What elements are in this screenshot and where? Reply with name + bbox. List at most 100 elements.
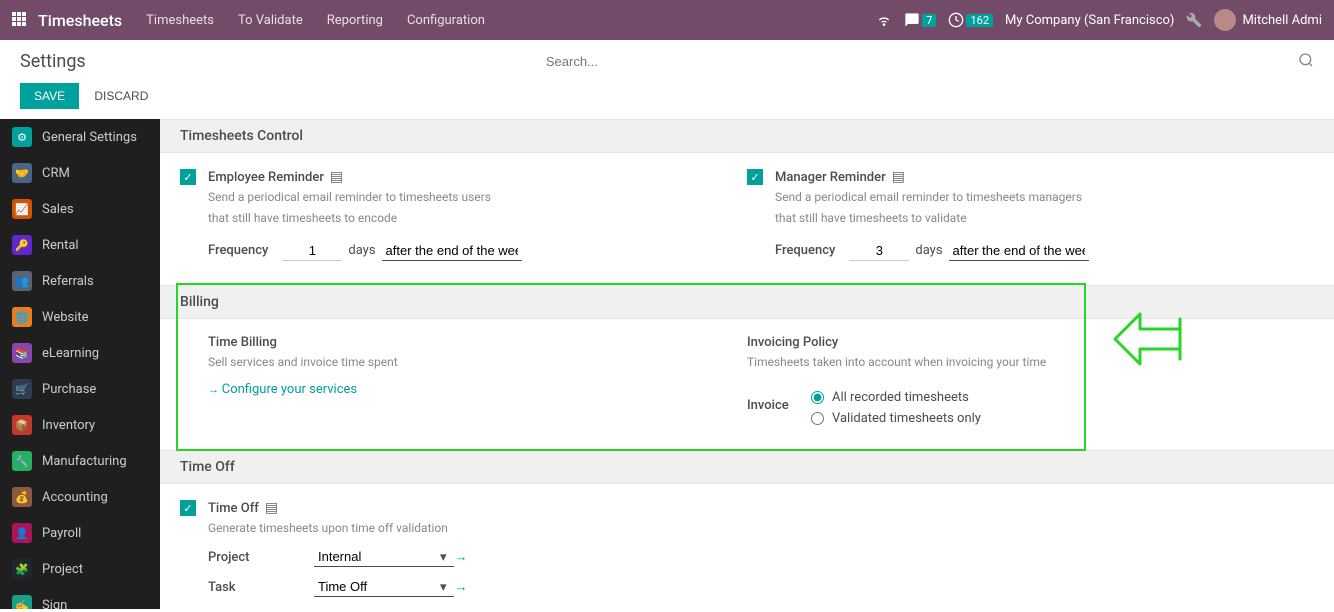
timeoff-desc: Generate timesheets upon time off valida…: [208, 520, 468, 537]
radio-validated-only[interactable]: [811, 412, 824, 425]
sidebar-item-rental[interactable]: 🔑Rental: [0, 227, 160, 263]
employee-freq-input[interactable]: [282, 241, 342, 261]
section-timesheets-control: Timesheets Control: [160, 119, 1334, 153]
employee-reminder-desc2: that still have timesheets to encode: [208, 210, 522, 227]
doc-icon[interactable]: ▤: [330, 169, 343, 185]
settings-sidebar: ⚙ General Settings 🤝CRM 📈Sales 🔑Rental 👥R…: [0, 119, 160, 609]
discard-button[interactable]: DISCARD: [90, 83, 152, 109]
sidebar-item-manufacturing[interactable]: 🔧 Manufacturing: [0, 443, 160, 479]
timeoff-checkbox[interactable]: ✓: [180, 500, 196, 516]
sign-icon: ✍: [12, 595, 32, 609]
sidebar-item-sales[interactable]: 📈Sales: [0, 191, 160, 227]
section-billing: Billing: [160, 285, 1334, 319]
configure-services-link[interactable]: Configure your services: [208, 382, 357, 397]
book-icon: 📚: [12, 343, 32, 363]
invoicing-policy-label: Invoicing Policy: [747, 335, 1046, 350]
messages-badge: 7: [922, 14, 936, 27]
box-icon: 📦: [12, 415, 32, 435]
manager-timing-select[interactable]: [949, 241, 1089, 261]
manager-freq-input[interactable]: [849, 241, 909, 261]
sidebar-item-inventory[interactable]: 📦 Inventory: [0, 407, 160, 443]
user-name: Mitchell Admi: [1242, 13, 1322, 28]
doc-icon[interactable]: ▤: [265, 500, 278, 516]
puzzle-icon: 🧩: [12, 559, 32, 579]
unit-label: days: [915, 243, 942, 258]
project-label: Project: [208, 550, 308, 565]
nav-timesheets[interactable]: Timesheets: [146, 13, 214, 28]
employee-reminder-desc1: Send a periodical email reminder to time…: [208, 189, 522, 206]
sidebar-item-crm[interactable]: 🤝CRM: [0, 155, 160, 191]
sidebar-item-label: Payroll: [42, 526, 81, 541]
section-timeoff: Time Off: [160, 450, 1334, 484]
sidebar-item-elearning[interactable]: 📚 eLearning: [0, 335, 160, 371]
sidebar-item-accounting[interactable]: 💰 Accounting: [0, 479, 160, 515]
doc-icon[interactable]: ▤: [892, 169, 905, 185]
money-icon: 💰: [12, 487, 32, 507]
globe-icon: 🌐: [12, 307, 32, 327]
wifi-icon[interactable]: [876, 12, 892, 28]
sidebar-item-project[interactable]: 🧩 Project: [0, 551, 160, 587]
sidebar-item-label: Manufacturing: [42, 454, 127, 469]
debug-icon[interactable]: [1186, 12, 1202, 28]
gear-icon: ⚙: [12, 127, 32, 147]
sidebar-item-referrals[interactable]: 👥Referrals: [0, 263, 160, 299]
activity-badge: 162: [966, 14, 993, 27]
project-select[interactable]: [314, 547, 454, 567]
manager-reminder-desc1: Send a periodical email reminder to time…: [775, 189, 1089, 206]
activity-icon[interactable]: 162: [948, 12, 993, 28]
invoice-label: Invoice: [747, 398, 803, 413]
radio-opt1-label: All recorded timesheets: [832, 390, 969, 405]
sidebar-item-general[interactable]: ⚙ General Settings: [0, 119, 160, 155]
messages-icon[interactable]: 7: [904, 12, 936, 28]
sidebar-item-label: CRM: [42, 166, 70, 181]
apps-icon[interactable]: [12, 12, 28, 28]
key-icon: 🔑: [12, 235, 32, 255]
timeoff-label: Time Off: [208, 501, 259, 516]
employee-reminder-checkbox[interactable]: ✓: [180, 169, 196, 185]
chart-icon: 📈: [12, 199, 32, 219]
freq-label: Frequency: [775, 243, 835, 258]
sidebar-item-website[interactable]: 🌐 Website: [0, 299, 160, 335]
people-icon: 👥: [12, 271, 32, 291]
search-icon[interactable]: [1298, 52, 1314, 72]
subheader: Settings: [0, 40, 1334, 77]
unit-label: days: [348, 243, 375, 258]
employee-timing-select[interactable]: [382, 241, 522, 261]
search-input[interactable]: [542, 50, 842, 73]
save-button[interactable]: SAVE: [20, 83, 79, 109]
employee-reminder-label: Employee Reminder: [208, 170, 324, 185]
task-label: Task: [208, 580, 308, 595]
nav-configuration[interactable]: Configuration: [407, 13, 485, 28]
sidebar-item-label: Project: [42, 562, 83, 577]
sidebar-item-label: General Settings: [42, 130, 137, 145]
wrench-icon: 🔧: [12, 451, 32, 471]
manager-reminder-desc2: that still have timesheets to validate: [775, 210, 1089, 227]
radio-all-recorded[interactable]: [811, 391, 824, 404]
external-link-icon[interactable]: →: [455, 579, 468, 595]
sidebar-item-label: Sign: [42, 598, 67, 610]
avatar: [1214, 9, 1236, 31]
topbar: Timesheets Timesheets To Validate Report…: [0, 0, 1334, 40]
sidebar-item-purchase[interactable]: 🛒Purchase: [0, 371, 160, 407]
manager-reminder-label: Manager Reminder: [775, 170, 886, 185]
freq-label: Frequency: [208, 243, 268, 258]
sidebar-item-label: Purchase: [42, 382, 96, 397]
time-billing-label: Time Billing: [208, 335, 398, 350]
sidebar-item-label: Website: [42, 310, 89, 325]
manager-reminder-checkbox[interactable]: ✓: [747, 169, 763, 185]
sidebar-item-label: eLearning: [42, 346, 99, 361]
sidebar-item-payroll[interactable]: 👤 Payroll: [0, 515, 160, 551]
task-select[interactable]: [314, 577, 454, 597]
sidebar-item-label: Inventory: [42, 418, 95, 433]
sidebar-item-label: Accounting: [42, 490, 108, 505]
nav-to-validate[interactable]: To Validate: [238, 13, 303, 28]
company-switcher[interactable]: My Company (San Francisco): [1005, 13, 1174, 28]
action-bar: SAVE DISCARD: [0, 77, 1334, 119]
nav-reporting[interactable]: Reporting: [327, 13, 383, 28]
sidebar-item-sign[interactable]: ✍ Sign: [0, 587, 160, 609]
person-icon: 👤: [12, 523, 32, 543]
user-menu[interactable]: Mitchell Admi: [1214, 9, 1322, 31]
external-link-icon[interactable]: →: [455, 549, 468, 565]
settings-content: Timesheets Control ✓ Employee Reminder▤ …: [160, 119, 1334, 609]
invoicing-policy-desc: Timesheets taken into account when invoi…: [747, 354, 1046, 371]
